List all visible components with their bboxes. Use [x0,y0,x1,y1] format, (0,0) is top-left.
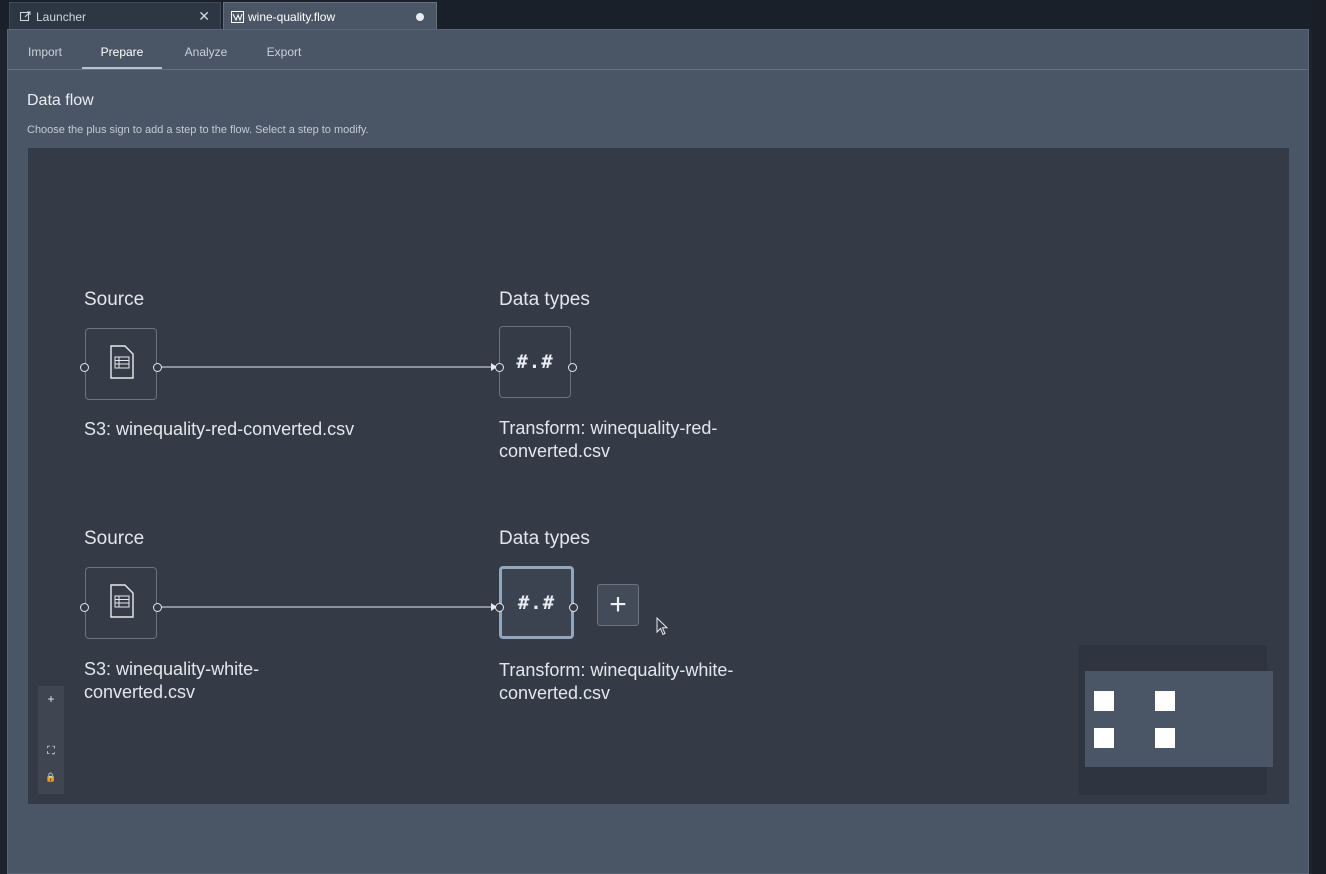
minimap-node [1155,728,1175,748]
minimap[interactable] [1079,645,1273,795]
csv-file-icon [107,583,135,623]
transform-port-out[interactable] [569,603,578,612]
source-port-out[interactable] [153,363,162,372]
tab-import[interactable]: Import [20,30,70,69]
tab-wine-quality-flow[interactable]: wine-quality.flow [223,2,437,30]
zoom-controls: + ⛶ 🔒 [38,686,64,794]
source-port-in[interactable] [80,603,89,612]
flow-icon [230,10,244,24]
minimap-node [1094,728,1114,748]
transform-label-red: Transform: winequality-red- converted.cs… [499,417,839,463]
source-node-red[interactable] [85,328,157,400]
page-title: Data flow [27,92,94,109]
source-port-in[interactable] [80,363,89,372]
minimap-viewport[interactable] [1085,671,1273,767]
cursor-icon [656,616,669,641]
source-node-white[interactable] [85,567,157,639]
add-step-button[interactable]: + [597,584,639,626]
transform-label-white-line2: converted.csv [499,683,611,703]
flow-panel: Import Prepare Analyze Export Data flow … [7,29,1309,874]
tab-launcher[interactable]: Launcher ✕ [9,2,221,30]
right-sidebar-strip [1312,0,1326,874]
transform-node-red[interactable]: #.# [499,326,571,398]
tab-export[interactable]: Export [260,30,308,69]
tab-launcher-label: Launcher [36,9,87,24]
transform-label-white: Transform: winequality-white- converted.… [499,659,839,705]
tab-prepare[interactable]: Prepare [82,30,162,69]
external-link-icon [18,10,32,24]
transform-label-red-line1: Transform: winequality-red- [499,418,718,438]
transform-label-red-line2: converted.csv [499,441,611,461]
page-hint: Choose the plus sign to add a step to th… [27,124,369,136]
tab-analyze[interactable]: Analyze [178,30,234,69]
source-label-white-line2: converted.csv [84,682,196,702]
transform-title-1: Data types [499,289,590,310]
transform-title-2: Data types [499,528,590,549]
close-icon[interactable]: ✕ [198,8,210,25]
source-label-red: S3: winequality-red-converted.csv [84,419,355,439]
data-types-icon: #.# [516,351,554,373]
minimap-node [1094,691,1114,711]
transform-port-out[interactable] [568,363,577,372]
minimap-node [1155,691,1175,711]
source-title-1: Source [84,289,145,310]
data-types-icon: #.# [517,591,556,614]
source-title-2: Source [84,528,145,549]
tab-flow-label: wine-quality.flow [248,9,336,24]
subtab-bar: Import Prepare Analyze Export [8,30,1308,70]
fit-view-button[interactable]: ⛶ [38,745,64,758]
transform-node-white[interactable]: #.# [499,566,574,639]
source-label-white: S3: winequality-white- converted.csv [84,658,424,704]
transform-port-in[interactable] [495,363,504,372]
flow-canvas[interactable]: Source S3: winequality-red-converted.csv… [28,148,1289,804]
unsaved-dot-icon[interactable] [416,12,424,21]
zoom-in-button[interactable]: + [38,692,64,706]
tab-strip: Launcher ✕ wine-quality.flow [0,0,1312,30]
transform-label-white-line1: Transform: winequality-white- [499,660,734,680]
source-port-out[interactable] [153,603,162,612]
csv-file-icon [107,344,135,384]
transform-port-in[interactable] [495,603,504,612]
source-label-white-line1: S3: winequality-white- [84,659,260,679]
lock-button[interactable]: 🔒 [38,772,64,783]
